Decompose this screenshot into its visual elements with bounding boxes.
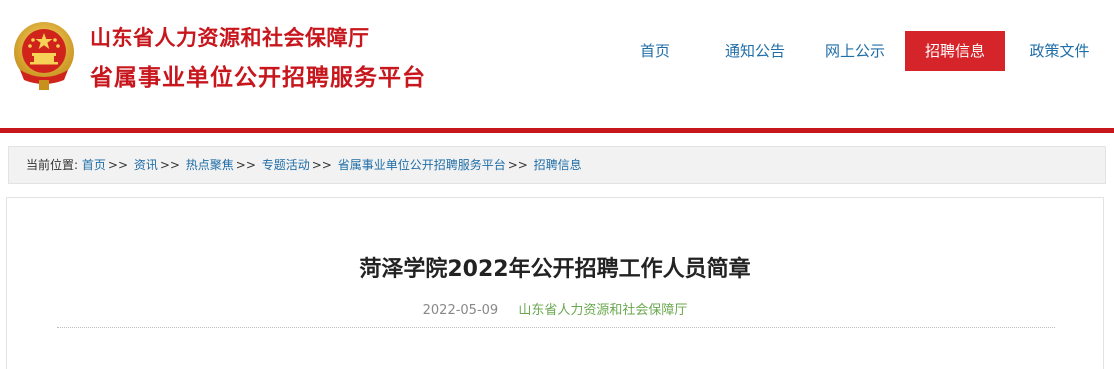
breadcrumb-separator: >>	[311, 158, 332, 172]
breadcrumb-home[interactable]: 首页	[82, 158, 106, 172]
breadcrumb-separator: >>	[235, 158, 256, 172]
breadcrumb-news[interactable]: 资讯	[134, 158, 158, 172]
platform-name: 省属事业单位公开招聘服务平台	[90, 65, 426, 91]
nav-notices[interactable]: 通知公告	[705, 31, 805, 71]
breadcrumb-separator: >>	[507, 158, 528, 172]
nav-recruitment-info[interactable]: 招聘信息	[905, 31, 1005, 71]
nav-public-announcements[interactable]: 网上公示	[805, 31, 905, 71]
breadcrumb-separator: >>	[107, 158, 128, 172]
breadcrumb-prefix: 当前位置:	[26, 158, 79, 172]
article-title: 菏泽学院2022年公开招聘工作人员简章	[359, 257, 751, 282]
national-emblem-icon[interactable]	[12, 18, 76, 92]
nav-policy-documents[interactable]: 政策文件	[1005, 31, 1114, 71]
department-name: 山东省人力资源和社会保障厅	[90, 26, 370, 50]
breadcrumb-recruitment-info[interactable]: 招聘信息	[534, 158, 582, 172]
publish-date: 2022-05-09	[422, 303, 499, 318]
breadcrumb: 当前位置: 首页 >> 资讯 >> 热点聚焦 >> 专题活动 >> 省属事业单位公开招聘…	[8, 146, 1106, 184]
main-nav: 首页 通知公告 网上公示 招聘信息 政策文件	[605, 31, 1114, 71]
breadcrumb-separator: >>	[159, 158, 180, 172]
article-panel: 菏泽学院2022年公开招聘工作人员简章 2022-05-09 山东省人力资源和社…	[6, 197, 1104, 369]
breadcrumb-hot-topics[interactable]: 热点聚焦	[186, 158, 234, 172]
article-meta: 2022-05-09 山东省人力资源和社会保障厅	[7, 299, 1103, 318]
header-divider	[0, 128, 1114, 133]
article-source: 山东省人力资源和社会保障厅	[518, 303, 688, 318]
meta-divider	[57, 327, 1055, 328]
site-header: 山东省人力资源和社会保障厅 省属事业单位公开招聘服务平台 首页 通知公告 网上公…	[0, 0, 1114, 128]
nav-home[interactable]: 首页	[605, 31, 705, 71]
breadcrumb-special-events[interactable]: 专题活动	[262, 158, 310, 172]
breadcrumb-recruitment-platform[interactable]: 省属事业单位公开招聘服务平台	[338, 158, 506, 172]
